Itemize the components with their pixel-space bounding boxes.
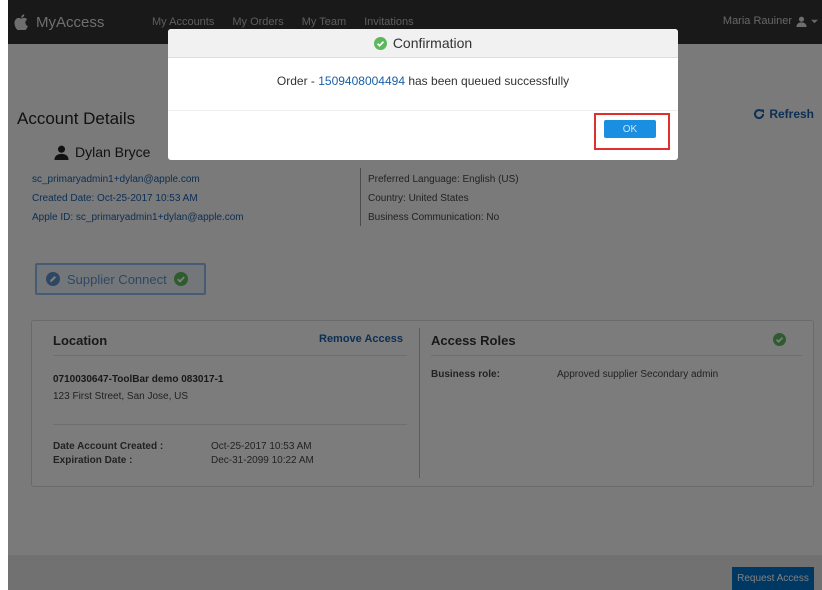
message-suffix: has been queued successfully: [405, 74, 570, 88]
dialog-title: Confirmation: [392, 35, 473, 51]
dialog-header: Confirmation: [168, 29, 678, 58]
dialog-message: Order - 1509408004494 has been queued su…: [168, 74, 678, 88]
message-prefix: Order -: [276, 74, 319, 88]
order-number-link[interactable]: 1509408004494: [318, 74, 405, 88]
dialog-divider: [168, 110, 678, 111]
ok-button-highlight: [594, 113, 670, 150]
check-circle-icon: [373, 36, 387, 50]
